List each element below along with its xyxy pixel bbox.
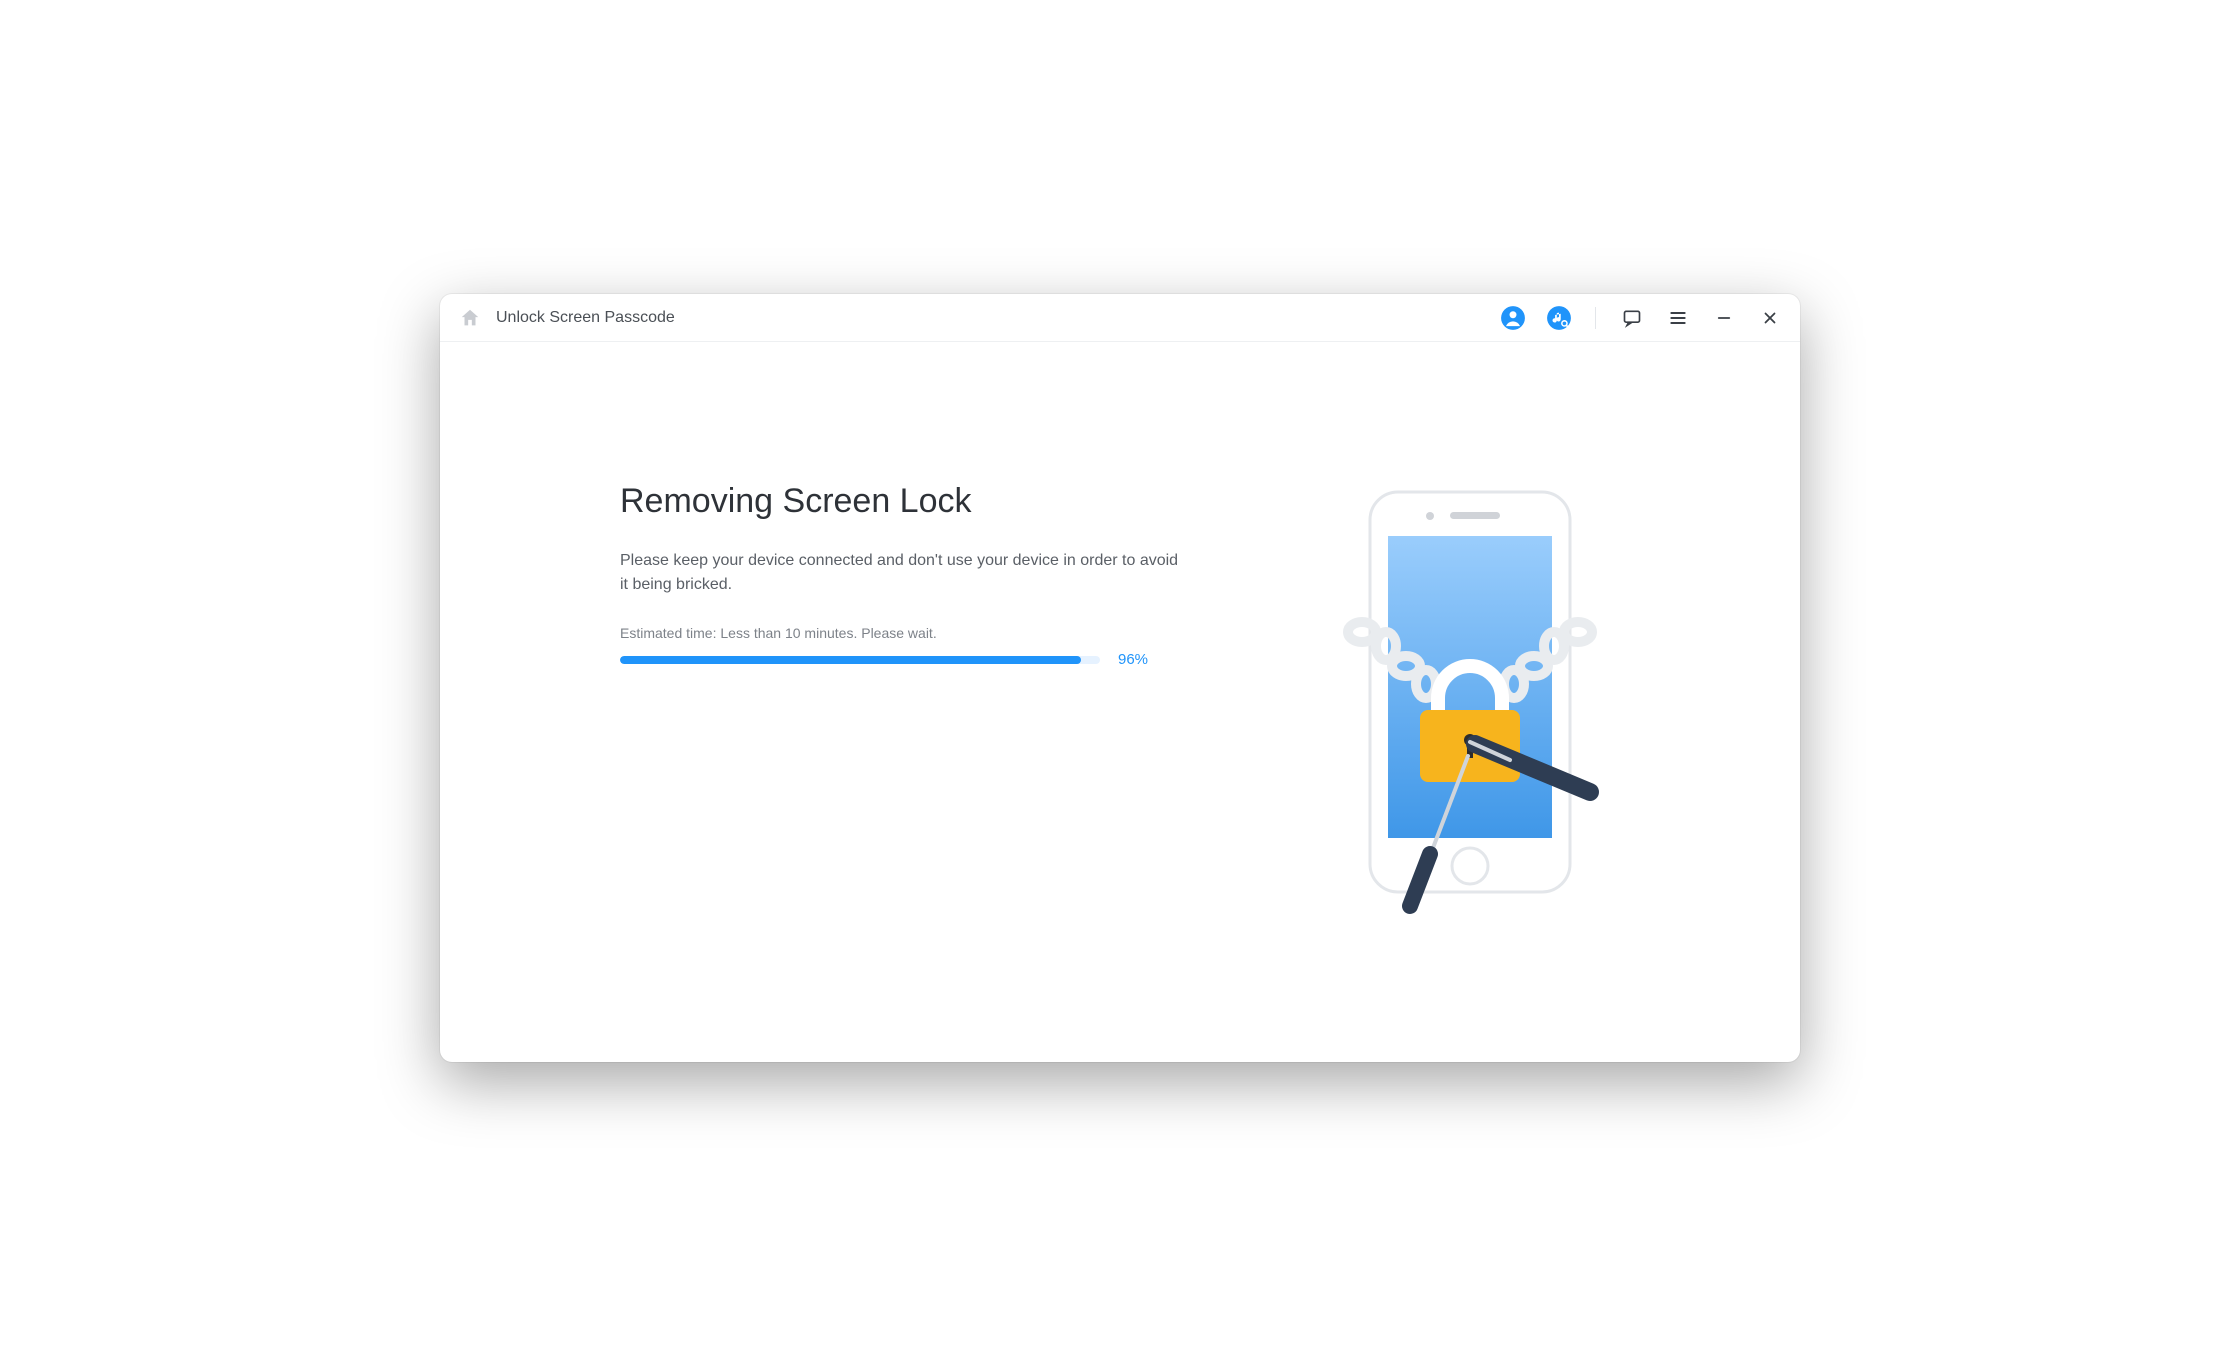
titlebar-left: Unlock Screen Passcode	[456, 304, 675, 332]
progress-bar	[620, 656, 1100, 664]
illustration-column	[1280, 482, 1600, 902]
home-icon[interactable]	[456, 304, 484, 332]
feedback-icon[interactable]	[1618, 304, 1646, 332]
main-heading: Removing Screen Lock	[620, 482, 1220, 521]
titlebar: Unlock Screen Passcode	[440, 294, 1800, 342]
content-area: Removing Screen Lock Please keep your de…	[440, 342, 1800, 1062]
music-search-icon[interactable]	[1545, 304, 1573, 332]
phone-lock-illustration	[1310, 482, 1570, 902]
minimize-button[interactable]	[1710, 304, 1738, 332]
progress-percent-label: 96%	[1118, 651, 1148, 668]
account-icon[interactable]	[1499, 304, 1527, 332]
app-window: Unlock Screen Passcode	[440, 294, 1800, 1062]
estimate-text: Estimated time: Less than 10 minutes. Pl…	[620, 625, 1220, 641]
main-column: Removing Screen Lock Please keep your de…	[620, 482, 1220, 902]
main-description: Please keep your device connected and do…	[620, 549, 1180, 597]
close-button[interactable]	[1756, 304, 1784, 332]
progress-row: 96%	[620, 651, 1220, 668]
titlebar-divider	[1595, 307, 1596, 329]
page-title: Unlock Screen Passcode	[496, 309, 675, 327]
titlebar-right	[1499, 304, 1784, 332]
progress-fill	[620, 656, 1081, 664]
menu-icon[interactable]	[1664, 304, 1692, 332]
